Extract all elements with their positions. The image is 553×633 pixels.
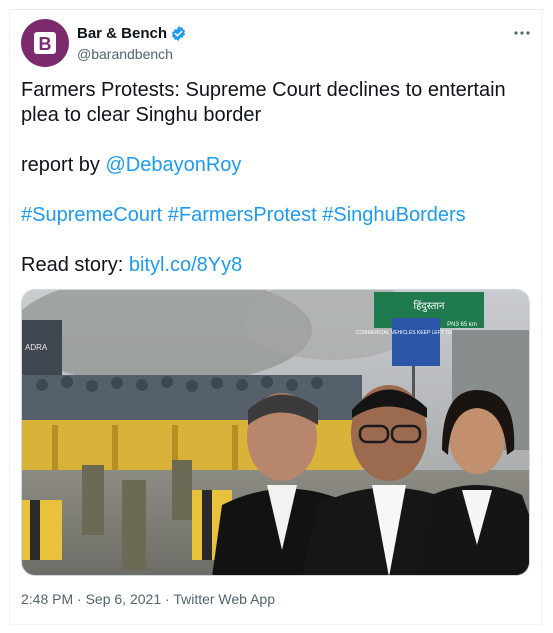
tweet-source[interactable]: Twitter Web App <box>173 591 275 607</box>
handle[interactable]: @barandbench <box>77 46 187 62</box>
more-options-icon[interactable] <box>511 25 533 41</box>
hashtag-link[interactable]: #FarmersProtest <box>168 204 317 226</box>
news-photo: ADRA हिंदुस्तान PN3 65 km COMMERCIAL VEH… <box>22 290 529 575</box>
separator: · <box>73 591 86 607</box>
tweet-report-line: report by @DebayonRoy <box>21 153 533 178</box>
tweet-hashtags: #SupremeCourt #FarmersProtest #SinghuBor… <box>21 203 533 228</box>
tweet-image[interactable]: ADRA हिंदुस्तान PN3 65 km COMMERCIAL VEH… <box>21 289 530 576</box>
tweet-text: Farmers Protests: Supreme Court declines… <box>21 78 533 303</box>
tweet-date[interactable]: Sep 6, 2021 <box>86 591 162 607</box>
avatar[interactable]: B <box>21 19 69 67</box>
bar-and-bench-logo-icon: B <box>34 32 56 54</box>
sign-km: PN3 65 km <box>447 322 477 328</box>
tweet-meta: 2:48 PM · Sep 6, 2021 · Twitter Web App <box>21 591 275 607</box>
account-names: Bar & Bench @barandbench <box>77 23 187 62</box>
read-prefix: Read story: <box>21 254 129 276</box>
hashtag-link[interactable]: #SupremeCourt <box>21 204 162 226</box>
report-prefix: report by <box>21 154 106 176</box>
separator: · <box>161 591 174 607</box>
hashtag-link[interactable]: #SinghuBorders <box>322 204 465 226</box>
truck-text: ADRA <box>25 343 48 352</box>
verified-badge-icon <box>172 25 186 41</box>
tweet-header: B Bar & Bench @barandbench <box>21 19 533 71</box>
avatar-letter: B <box>39 34 52 54</box>
tweet-headline: Farmers Protests: Supreme Court declines… <box>21 79 506 126</box>
story-link[interactable]: bityl.co/8Yy8 <box>129 254 242 276</box>
tweet-time[interactable]: 2:48 PM <box>21 591 73 607</box>
mention-link[interactable]: @DebayonRoy <box>105 154 241 176</box>
tweet-read-line: Read story: bityl.co/8Yy8 <box>21 253 533 278</box>
display-name[interactable]: Bar & Bench <box>77 25 167 42</box>
sign-main: हिंदुस्तान <box>414 300 445 312</box>
